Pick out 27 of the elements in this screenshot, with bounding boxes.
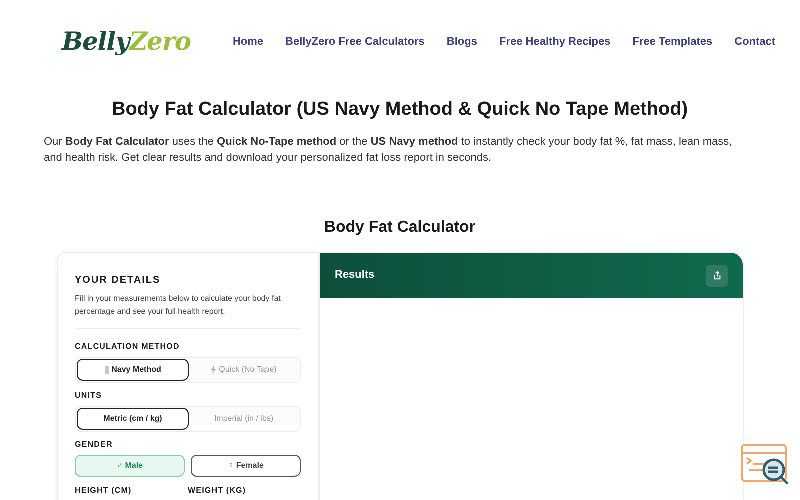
share-icon: [712, 271, 722, 280]
logo[interactable]: BellyZero: [62, 26, 197, 59]
nav-link[interactable]: Home: [232, 34, 264, 51]
gender-button[interactable]: ♂ Male: [75, 455, 185, 477]
nav-link[interactable]: Blogs: [446, 34, 478, 51]
nav-link[interactable]: BellyZero Free Calculators: [286, 34, 425, 51]
field-label: WEIGHT (KG): [188, 485, 248, 497]
segment-button[interactable]: Navy Method: [77, 359, 189, 381]
gender-button[interactable]: ♀ Female: [191, 455, 301, 477]
share-button[interactable]: [706, 264, 728, 286]
group-label: CALCULATION METHOD: [75, 341, 181, 353]
panel-heading: YOUR DETAILS: [75, 274, 162, 288]
panel-description: Fill in your measurements below to calculate your body fat percentage and see your full health report.: [75, 293, 282, 318]
nav-link[interactable]: Contact: [734, 34, 776, 51]
segment-button[interactable]: Metric (cm / kg): [77, 408, 189, 430]
browser-search-icon[interactable]: [741, 443, 791, 487]
ruler-icon: [104, 366, 109, 374]
group-label: UNITS: [75, 390, 103, 402]
section-title: Body Fat Calculator: [323, 218, 477, 238]
nav-link[interactable]: Free Healthy Recipes: [499, 34, 611, 51]
bolt-icon: [211, 366, 216, 374]
nav-link[interactable]: Free Templates: [632, 34, 713, 51]
group-label: GENDER: [75, 439, 114, 451]
field-label: HEIGHT (CM): [75, 485, 133, 497]
intro-paragraph: Our Body Fat Calculator uses the Quick No-Tape method or the US Navy method to instantly check your body fat %, fat mass, lean mass, and health risk. Get clear results and download your personalized fat loss report in seconds.: [44, 135, 734, 166]
page-title: Body Fat Calculator (US Navy Method & Quick No Tape Method): [110, 98, 690, 122]
results-title: Results: [335, 268, 375, 284]
